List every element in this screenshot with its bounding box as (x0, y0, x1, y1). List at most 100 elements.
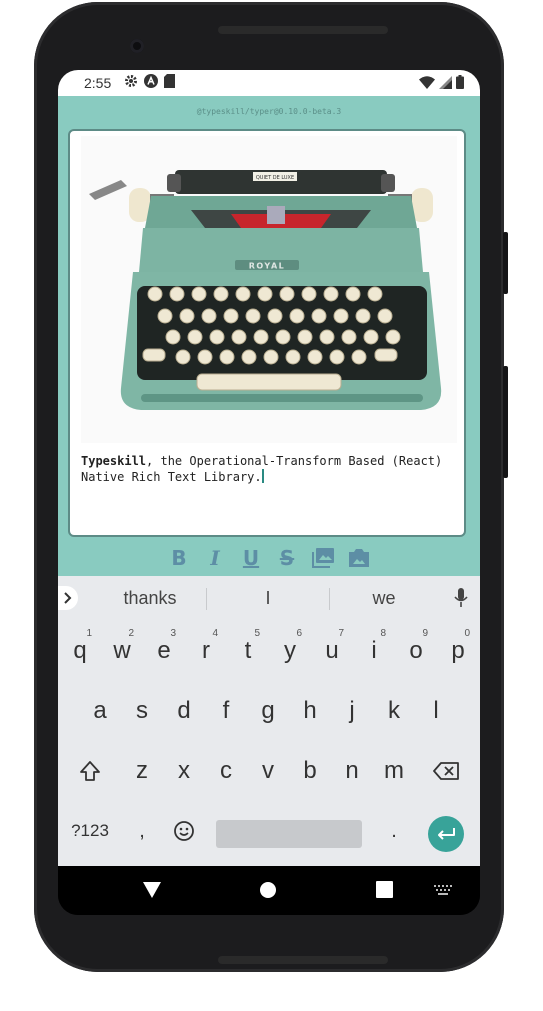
underline-icon: U (242, 546, 260, 570)
suggestion-divider (329, 588, 330, 610)
key-label: w (113, 637, 131, 664)
editor-text-line2: Native Rich Text Library. (81, 470, 262, 484)
key-r[interactable]: r4 (186, 626, 226, 676)
home-circle-icon[interactable] (259, 881, 277, 899)
status-icons-right (419, 75, 464, 89)
power-button (503, 366, 508, 478)
key-o[interactable]: o9 (396, 626, 436, 676)
key-k[interactable]: k (374, 686, 414, 736)
key-hint: 1 (86, 628, 92, 639)
key-t[interactable]: t5 (228, 626, 268, 676)
key-f[interactable]: f (206, 686, 246, 736)
key-g[interactable]: g (248, 686, 288, 736)
status-icons-left (124, 74, 175, 88)
key-label: r (202, 637, 210, 664)
emoji-key[interactable] (164, 806, 204, 856)
key-z[interactable]: z (122, 746, 162, 796)
recents-square-icon[interactable] (376, 881, 393, 898)
key-c[interactable]: c (206, 746, 246, 796)
key-hint: 5 (254, 628, 260, 639)
typewriter-brand-text: ROYAL (249, 262, 286, 271)
bold-icon: B (171, 546, 187, 570)
key-j[interactable]: j (332, 686, 372, 736)
typer-app: @typeskill/typer@0.10.0-beta.3 QUIET DE … (58, 96, 480, 576)
key-hint: 3 (170, 628, 176, 639)
back-triangle-icon[interactable] (142, 881, 162, 899)
microphone-icon[interactable] (454, 588, 468, 608)
text-cursor (261, 469, 264, 483)
italic-button[interactable]: I (204, 546, 226, 570)
gear-icon (125, 75, 137, 87)
key-label: q (73, 637, 87, 664)
comma-key[interactable]: , (122, 806, 162, 856)
key-hint: 6 (296, 628, 302, 639)
typewriter-image[interactable]: QUIET DE LUXE ROYAL (81, 136, 457, 443)
space-bar[interactable] (216, 820, 362, 848)
version-label: @typeskill/typer@0.10.0-beta.3 (196, 107, 342, 116)
rich-text-editor[interactable]: QUIET DE LUXE ROYAL Typeskill, the Opera… (68, 129, 466, 537)
suggestion-1[interactable]: thanks (110, 588, 190, 609)
key-d[interactable]: d (164, 686, 204, 736)
key-x[interactable]: x (164, 746, 204, 796)
key-label: i (371, 637, 377, 664)
key-a[interactable]: a (80, 686, 120, 736)
italic-icon: I (210, 546, 220, 570)
backspace-key[interactable] (426, 746, 466, 796)
camera-button[interactable] (348, 546, 370, 570)
format-toolbar: B I U S (58, 543, 480, 573)
bold-button[interactable]: B (168, 546, 190, 570)
front-camera (130, 39, 144, 53)
editor-text-line1: , the Operational-Transform Based (React… (146, 454, 443, 468)
key-hint: 9 (422, 628, 428, 639)
key-hint: 8 (380, 628, 386, 639)
suggestion-divider (206, 588, 207, 610)
insert-image-button[interactable] (312, 546, 334, 570)
key-l[interactable]: l (416, 686, 456, 736)
keyboard-switch-icon[interactable] (434, 885, 452, 895)
editor-content[interactable]: Typeskill, the Operational-Transform Bas… (81, 454, 461, 485)
key-m[interactable]: m (374, 746, 414, 796)
key-w[interactable]: w2 (102, 626, 142, 676)
key-label: p (451, 637, 465, 664)
backspace-icon (433, 762, 459, 780)
emoji-icon (174, 821, 194, 841)
soft-keyboard: thanks I we q1w2e3r4t5y6u7i8o9p0 asdfghj… (58, 576, 480, 866)
gallery-icon (312, 548, 334, 568)
key-b[interactable]: b (290, 746, 330, 796)
enter-arrow-icon (438, 828, 455, 840)
key-s[interactable]: s (122, 686, 162, 736)
editor-bold-text: Typeskill (81, 454, 147, 468)
key-hint: 0 (464, 628, 470, 639)
key-label: e (157, 637, 171, 664)
camera-icon (349, 549, 369, 567)
symbols-key[interactable]: ?123 (68, 806, 112, 856)
underline-button[interactable]: U (240, 546, 262, 570)
earpiece-speaker (218, 26, 388, 34)
enter-key[interactable] (428, 816, 464, 852)
expand-suggestions-button[interactable] (58, 586, 78, 610)
key-u[interactable]: u7 (312, 626, 352, 676)
battery-icon (456, 75, 464, 89)
shift-key[interactable] (70, 746, 110, 796)
suggestion-2[interactable]: I (228, 588, 308, 609)
period-key[interactable]: . (374, 806, 414, 856)
strikethrough-icon: S (279, 546, 295, 570)
key-h[interactable]: h (290, 686, 330, 736)
key-i[interactable]: i8 (354, 626, 394, 676)
key-y[interactable]: y6 (270, 626, 310, 676)
key-q[interactable]: q1 (60, 626, 100, 676)
phone-screen: 2:55 @typeskill/typer@0.10.0-beta.3 QUIE… (58, 70, 480, 915)
chevron-right-icon (64, 592, 72, 604)
volume-button (503, 232, 508, 294)
strikethrough-button[interactable]: S (276, 546, 298, 570)
key-e[interactable]: e3 (144, 626, 184, 676)
key-label: u (325, 637, 339, 664)
key-label: o (409, 637, 423, 664)
suggestion-3[interactable]: we (344, 588, 424, 609)
key-p[interactable]: p0 (438, 626, 478, 676)
sd-card-icon (164, 74, 175, 88)
key-v[interactable]: v (248, 746, 288, 796)
suggestion-strip: thanks I we (58, 576, 480, 620)
key-n[interactable]: n (332, 746, 372, 796)
a-badge-icon (144, 74, 158, 88)
